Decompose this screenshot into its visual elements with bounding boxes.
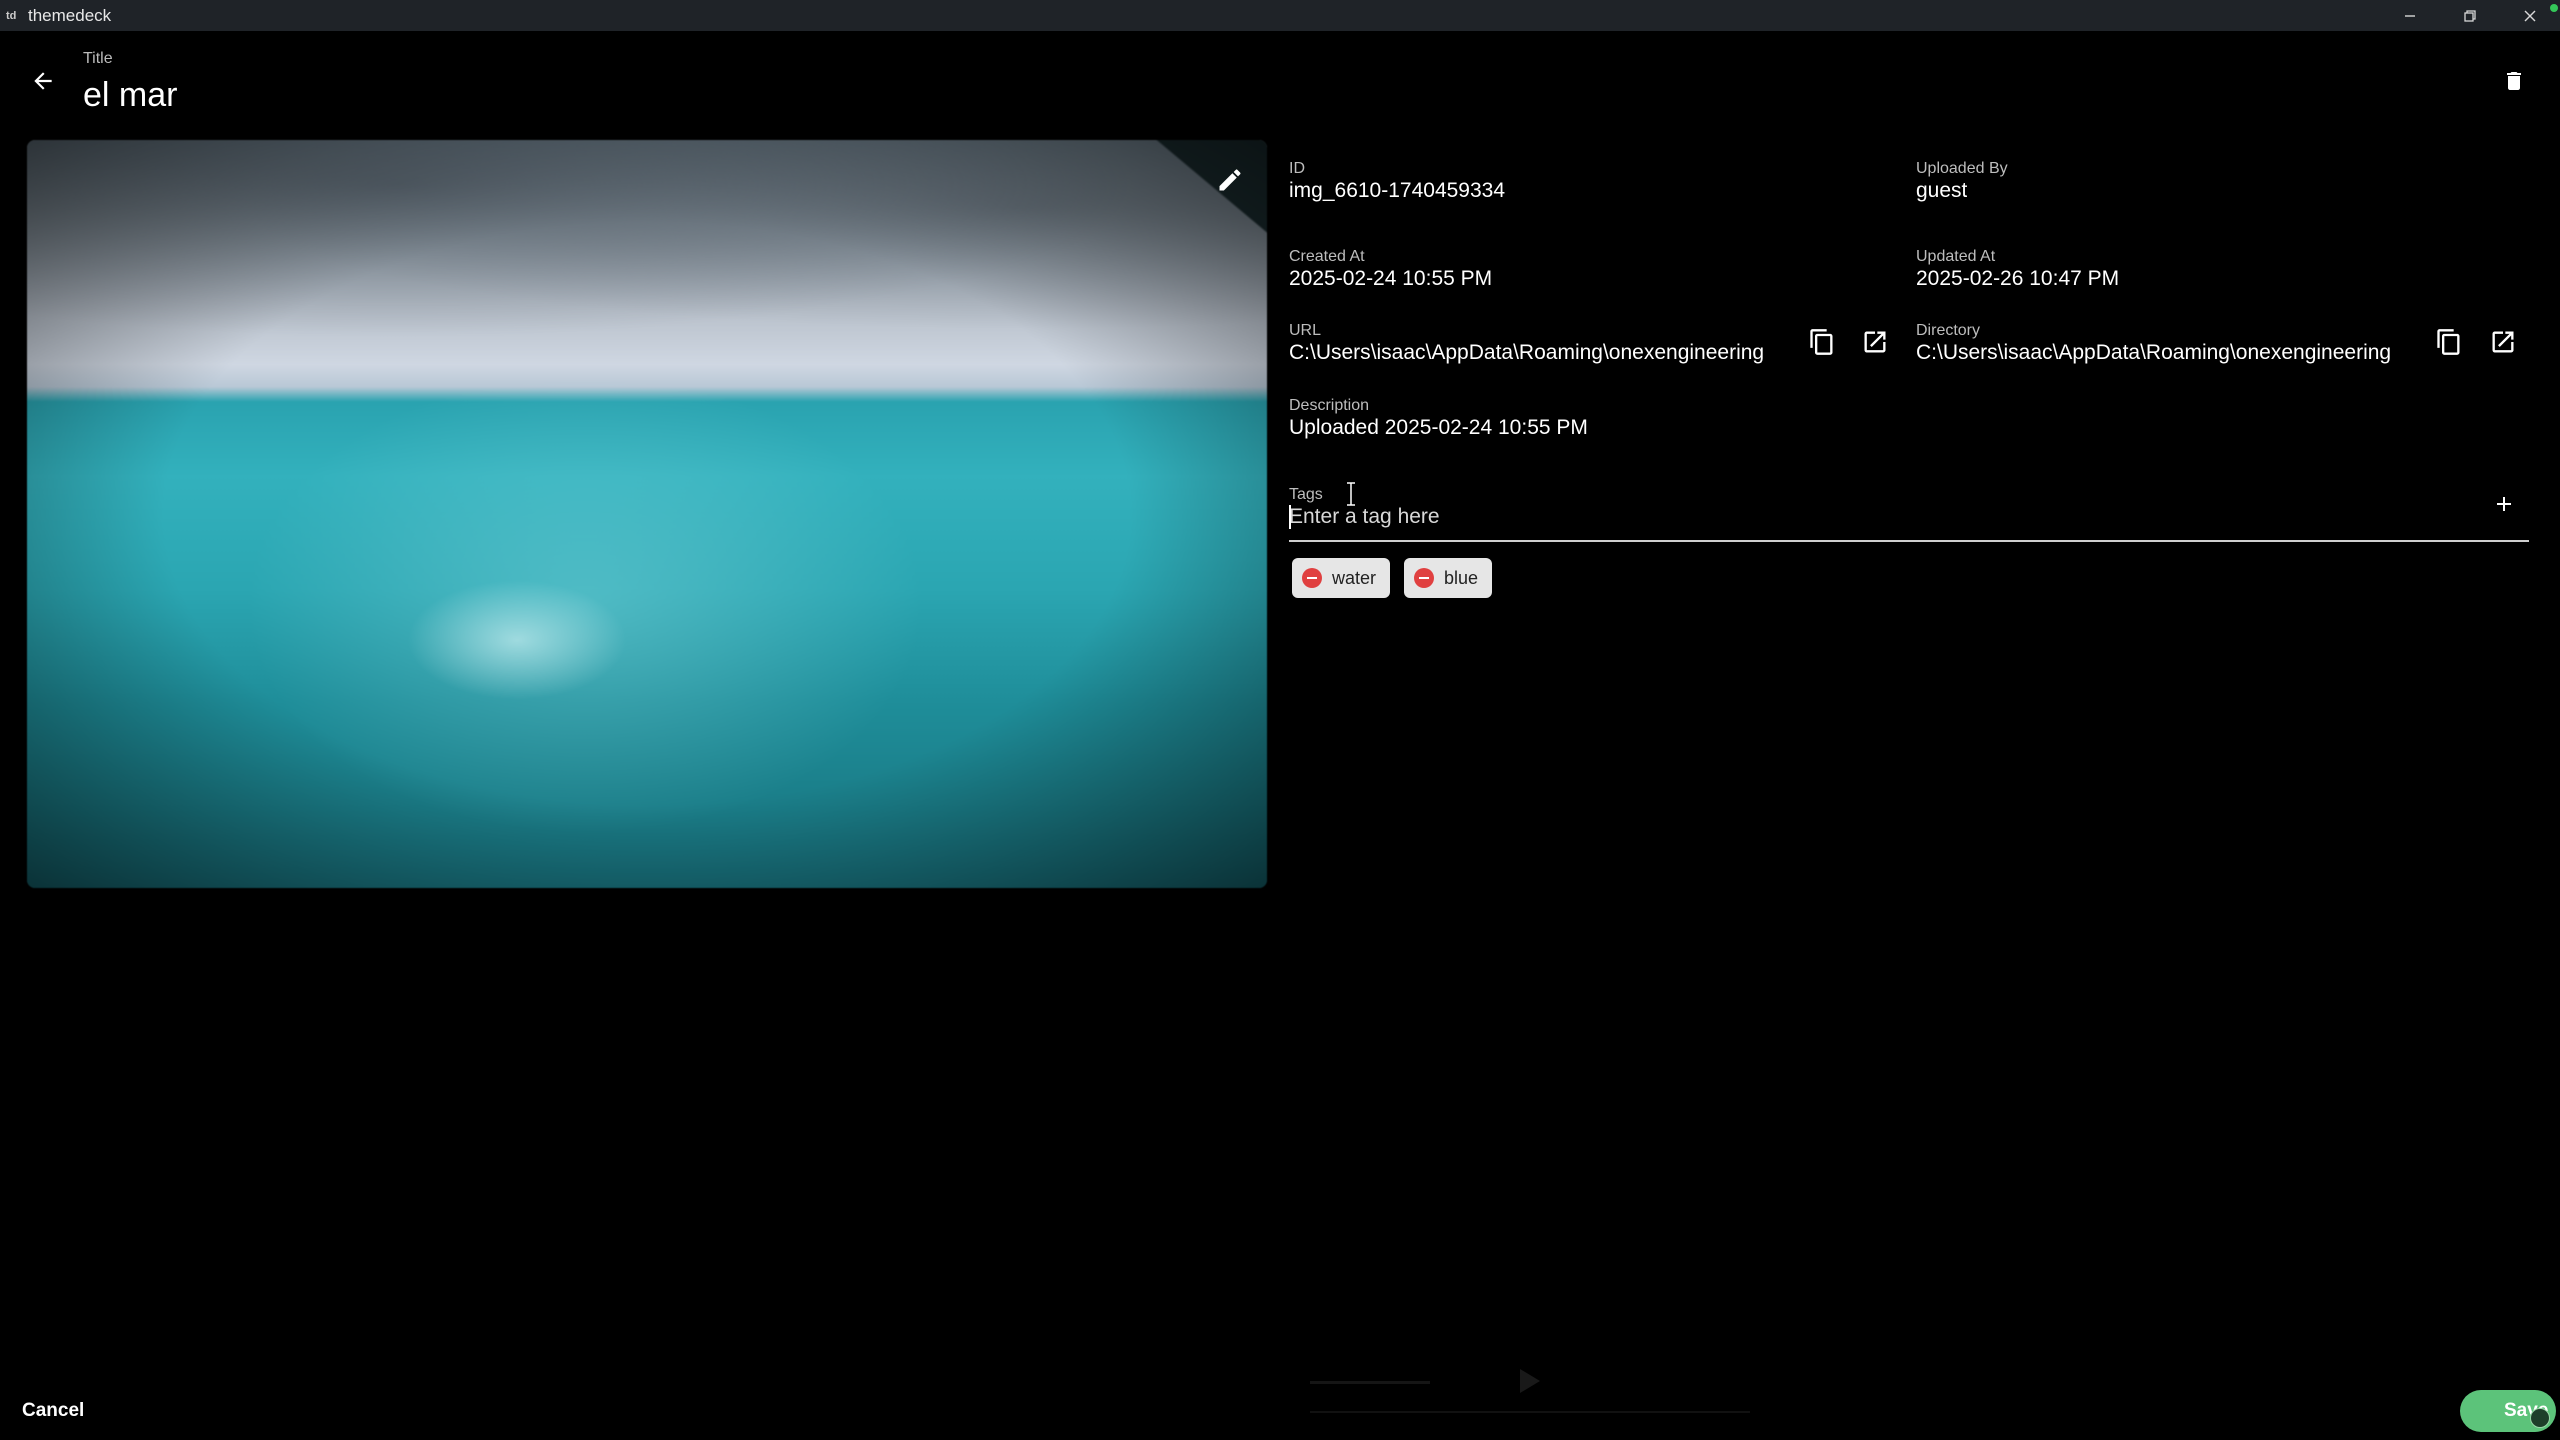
window-titlebar: td themedeck: [0, 0, 2560, 31]
tag-chip-label: blue: [1444, 567, 1479, 588]
page-title[interactable]: el mar: [83, 76, 177, 115]
created-at-label: Created At: [1289, 248, 1365, 265]
title-label: Title: [83, 50, 113, 67]
tag-chip-label: water: [1332, 567, 1377, 588]
tag-chip-water[interactable]: water: [1292, 558, 1391, 598]
app-name: themedeck: [28, 5, 112, 25]
id-label: ID: [1289, 160, 1305, 177]
open-external-icon: [2492, 331, 2514, 353]
description-value: Uploaded 2025-02-24 10:55 PM: [1289, 416, 1588, 439]
directory-value: C:\Users\isaac\AppData\Roaming\onexengin…: [1916, 341, 2392, 364]
window-controls: [2380, 0, 2560, 31]
edit-image-button[interactable]: [1212, 162, 1248, 198]
play-icon: [1520, 1369, 1540, 1393]
image-vignette: [27, 140, 1267, 888]
plus-icon: [2497, 497, 2511, 511]
id-value: img_6610-1740459334: [1289, 179, 1506, 202]
url-value: C:\Users\isaac\AppData\Roaming\onexengin…: [1289, 341, 1765, 364]
trash-icon: [2507, 72, 2521, 90]
open-external-icon: [1864, 331, 1886, 353]
copy-icon: [2437, 329, 2460, 355]
faded-progress-track: [1310, 1411, 1750, 1413]
delete-button[interactable]: [2498, 64, 2530, 98]
updated-at-value: 2025-02-26 10:47 PM: [1916, 267, 2120, 290]
text-caret: [1289, 505, 1291, 529]
add-tag-button[interactable]: [2486, 486, 2522, 522]
close-icon: [2524, 10, 2536, 21]
image-preview: [27, 140, 1267, 888]
restore-icon: [2464, 9, 2476, 22]
mouse-cursor-icon: [1347, 482, 1355, 506]
updated-at-label: Updated At: [1916, 248, 1996, 265]
faded-media-controls: [1300, 1365, 1760, 1421]
copy-url-button[interactable]: [1806, 326, 1838, 358]
description-label: Description: [1289, 397, 1370, 414]
directory-label: Directory: [1916, 322, 1981, 339]
minimize-button[interactable]: [2380, 0, 2440, 31]
copy-directory-button[interactable]: [2433, 326, 2465, 358]
arrow-left-icon: [34, 72, 52, 90]
copy-icon: [1810, 329, 1833, 355]
minimize-icon: [2405, 14, 2415, 17]
tag-input[interactable]: [1289, 502, 2449, 532]
open-url-button[interactable]: [1859, 326, 1891, 358]
status-indicator: [2550, 4, 2558, 12]
back-button[interactable]: [26, 64, 60, 98]
tag-input-field[interactable]: [1289, 488, 2529, 542]
faded-volume-track: [1310, 1381, 1430, 1384]
tag-chip-blue[interactable]: blue: [1404, 558, 1493, 598]
app-icon: td: [6, 9, 17, 22]
remove-circle-icon[interactable]: [1414, 568, 1434, 588]
created-at-value: 2025-02-24 10:55 PM: [1289, 267, 1493, 290]
pencil-icon: [1219, 169, 1241, 191]
badge-icon: [2530, 1408, 2550, 1428]
save-button[interactable]: Save: [2460, 1390, 2556, 1432]
uploaded-by-value: guest: [1916, 179, 1968, 202]
remove-circle-icon[interactable]: [1302, 568, 1322, 588]
uploaded-by-label: Uploaded By: [1916, 160, 2008, 177]
url-label: URL: [1289, 322, 1322, 339]
open-directory-button[interactable]: [2487, 326, 2519, 358]
cancel-button[interactable]: Cancel: [22, 1400, 84, 1422]
restore-button[interactable]: [2440, 0, 2500, 31]
